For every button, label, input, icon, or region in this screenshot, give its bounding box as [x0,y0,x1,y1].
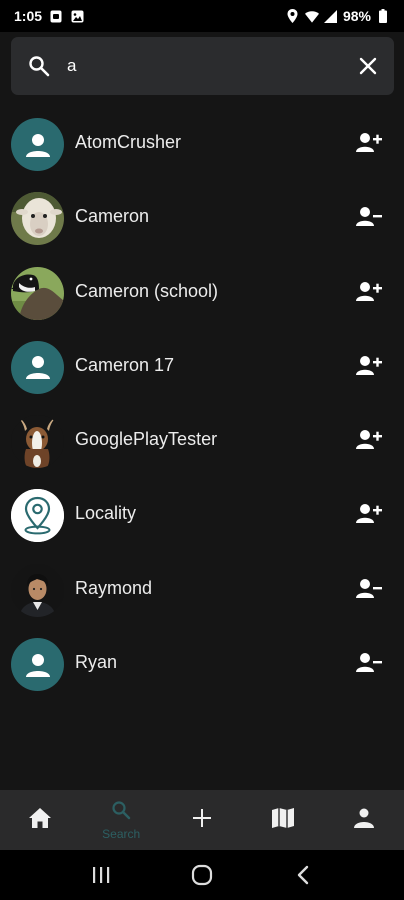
remove-friend-icon[interactable] [356,206,382,228]
signal-icon [324,9,338,23]
close-icon[interactable] [356,54,380,78]
add-friend-icon[interactable] [356,132,382,154]
add-friend-icon[interactable] [356,281,382,303]
search-icon [27,54,51,78]
user-name: Ryan [75,652,118,673]
home-icon [29,807,52,833]
add-friend-icon[interactable] [356,503,382,525]
nav-home[interactable] [0,790,81,850]
user-name: Cameron (school) [75,280,219,301]
add-friend-icon[interactable] [356,355,382,377]
search-bar[interactable] [11,37,394,95]
system-navigation-bar [0,850,404,900]
list-item[interactable]: Cameron (school) [0,256,404,330]
user-name: AtomCrusher [75,132,182,152]
photo-icon [70,9,84,23]
sim-icon [49,9,63,23]
user-results-list: AtomCrusher Cameron Cameron (school) Cam… [0,107,404,701]
remove-friend-icon[interactable] [356,578,382,600]
nav-map[interactable] [242,790,323,850]
profile-icon [353,808,374,833]
default-person-icon [11,340,64,394]
search-icon [111,800,131,825]
search-input[interactable] [67,37,347,95]
wifi-icon [304,9,319,23]
goat-photo [11,415,64,469]
list-item[interactable]: Cameron [0,181,404,255]
recents-icon[interactable] [81,855,121,895]
user-name: GooglePlayTester [75,429,218,450]
user-name: Locality [75,503,137,524]
nav-search[interactable]: Search [81,790,162,850]
search-screen: AtomCrusher Cameron Cameron (school) [0,32,404,790]
list-item[interactable]: Locality [0,478,404,552]
nav-profile[interactable] [323,790,404,850]
default-person-icon [11,638,64,692]
nav-search-label: Search [102,826,141,841]
default-person-icon [11,118,64,171]
back-icon[interactable] [283,855,323,895]
remove-friend-icon[interactable] [356,652,382,674]
nav-add[interactable] [162,790,243,850]
locality-logo [11,489,64,543]
add-friend-icon[interactable] [356,429,382,451]
user-name: Raymond [75,577,153,598]
list-item[interactable]: GooglePlayTester [0,404,404,478]
home-circle-icon[interactable] [182,855,222,895]
list-item[interactable]: AtomCrusher [0,107,404,181]
list-item[interactable]: Cameron 17 [0,330,404,404]
status-time: 1:05 [14,8,43,24]
map-icon [271,807,294,833]
goose-photo [11,266,64,320]
location-icon [286,9,300,23]
user-name: Cameron 17 [75,354,175,375]
status-bar: 1:05 98% [0,0,404,32]
user-name: Cameron [75,206,150,227]
person-photo [11,563,64,617]
bottom-navigation: Search [0,790,404,850]
battery-percent: 98% [342,8,371,24]
list-item[interactable]: Raymond [0,553,404,627]
list-item[interactable]: Ryan [0,627,404,701]
battery-icon [376,9,390,23]
sheep-photo [11,192,64,246]
plus-icon [192,808,211,832]
